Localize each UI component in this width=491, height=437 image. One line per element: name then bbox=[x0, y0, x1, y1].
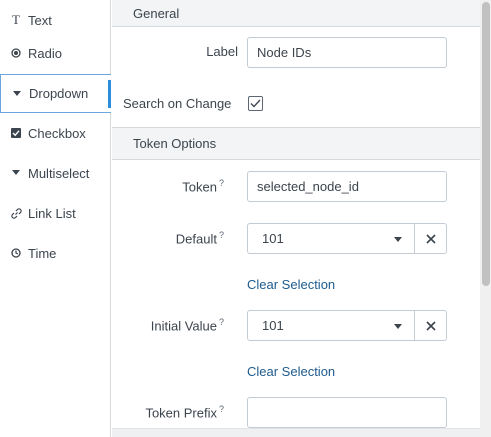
default-clear-button[interactable] bbox=[415, 223, 447, 254]
initial-value-select-value: 101 bbox=[262, 318, 284, 333]
caret-down-icon bbox=[394, 237, 402, 242]
multiselect-icon bbox=[10, 170, 22, 176]
help-icon[interactable]: ? bbox=[219, 317, 224, 327]
sidebar-item-label: Link List bbox=[28, 205, 76, 221]
search-on-change-label: Search on Change bbox=[123, 96, 232, 111]
token-options-section-header: Token Options bbox=[112, 127, 480, 160]
token-input-value: selected_node_id bbox=[257, 179, 359, 194]
sidebar-item-link-list[interactable]: Link List bbox=[0, 193, 111, 233]
initial-value-field-label: Initial Value? bbox=[150, 317, 224, 334]
general-section-header: General bbox=[112, 0, 480, 27]
token-prefix-field-label: Token Prefix? bbox=[145, 404, 224, 421]
help-icon[interactable]: ? bbox=[219, 404, 224, 414]
label-input[interactable]: Node IDs bbox=[247, 37, 447, 68]
sidebar-item-label: Text bbox=[28, 12, 52, 28]
default-select-value: 101 bbox=[262, 231, 284, 246]
token-prefix-input[interactable] bbox=[247, 397, 447, 428]
help-icon[interactable]: ? bbox=[219, 230, 224, 240]
token-field-label: Token? bbox=[182, 178, 224, 195]
sidebar-item-label: Checkbox bbox=[28, 125, 86, 141]
text-icon: T bbox=[12, 12, 20, 27]
sidebar-item-multiselect[interactable]: Multiselect bbox=[0, 153, 111, 193]
initial-value-clear-selection-link[interactable]: Clear Selection bbox=[247, 364, 335, 379]
sidebar-item-label: Dropdown bbox=[29, 86, 89, 101]
sidebar-item-dropdown[interactable]: Dropdown bbox=[0, 74, 111, 113]
radio-icon bbox=[10, 48, 22, 58]
input-settings-panel: General Label Node IDs Search on Change … bbox=[112, 0, 480, 437]
checkmark-icon bbox=[250, 99, 261, 108]
initial-value-select[interactable]: 101 bbox=[247, 310, 415, 341]
sidebar-item-checkbox[interactable]: Checkbox bbox=[0, 113, 111, 153]
checkbox-icon bbox=[10, 128, 22, 138]
label-field-label: Label bbox=[206, 44, 238, 59]
sidebar-item-label: Radio bbox=[28, 45, 62, 61]
token-input[interactable]: selected_node_id bbox=[247, 171, 447, 202]
label-input-value: Node IDs bbox=[257, 45, 312, 60]
help-icon[interactable]: ? bbox=[219, 178, 224, 188]
link-icon bbox=[10, 207, 22, 219]
vertical-scrollbar-thumb[interactable] bbox=[482, 2, 490, 286]
input-type-sidebar: T Text Radio Dropdown Checkbox Multisele… bbox=[0, 0, 111, 437]
sidebar-item-time[interactable]: Time bbox=[0, 233, 111, 273]
search-on-change-checkbox[interactable] bbox=[248, 96, 263, 111]
clock-icon bbox=[10, 248, 22, 258]
horizontal-scrollbar[interactable] bbox=[112, 428, 480, 437]
sidebar-item-label: Multiselect bbox=[28, 165, 90, 181]
sidebar-item-label: Time bbox=[28, 245, 57, 261]
default-select[interactable]: 101 bbox=[247, 223, 415, 254]
caret-down-icon bbox=[394, 324, 402, 329]
default-field-label: Default? bbox=[175, 230, 224, 247]
default-clear-selection-link[interactable]: Clear Selection bbox=[247, 277, 335, 292]
close-icon bbox=[425, 233, 436, 244]
close-icon bbox=[425, 320, 436, 331]
sidebar-item-radio[interactable]: Radio bbox=[0, 33, 111, 73]
dropdown-icon bbox=[11, 90, 23, 97]
initial-value-clear-button[interactable] bbox=[415, 310, 447, 341]
